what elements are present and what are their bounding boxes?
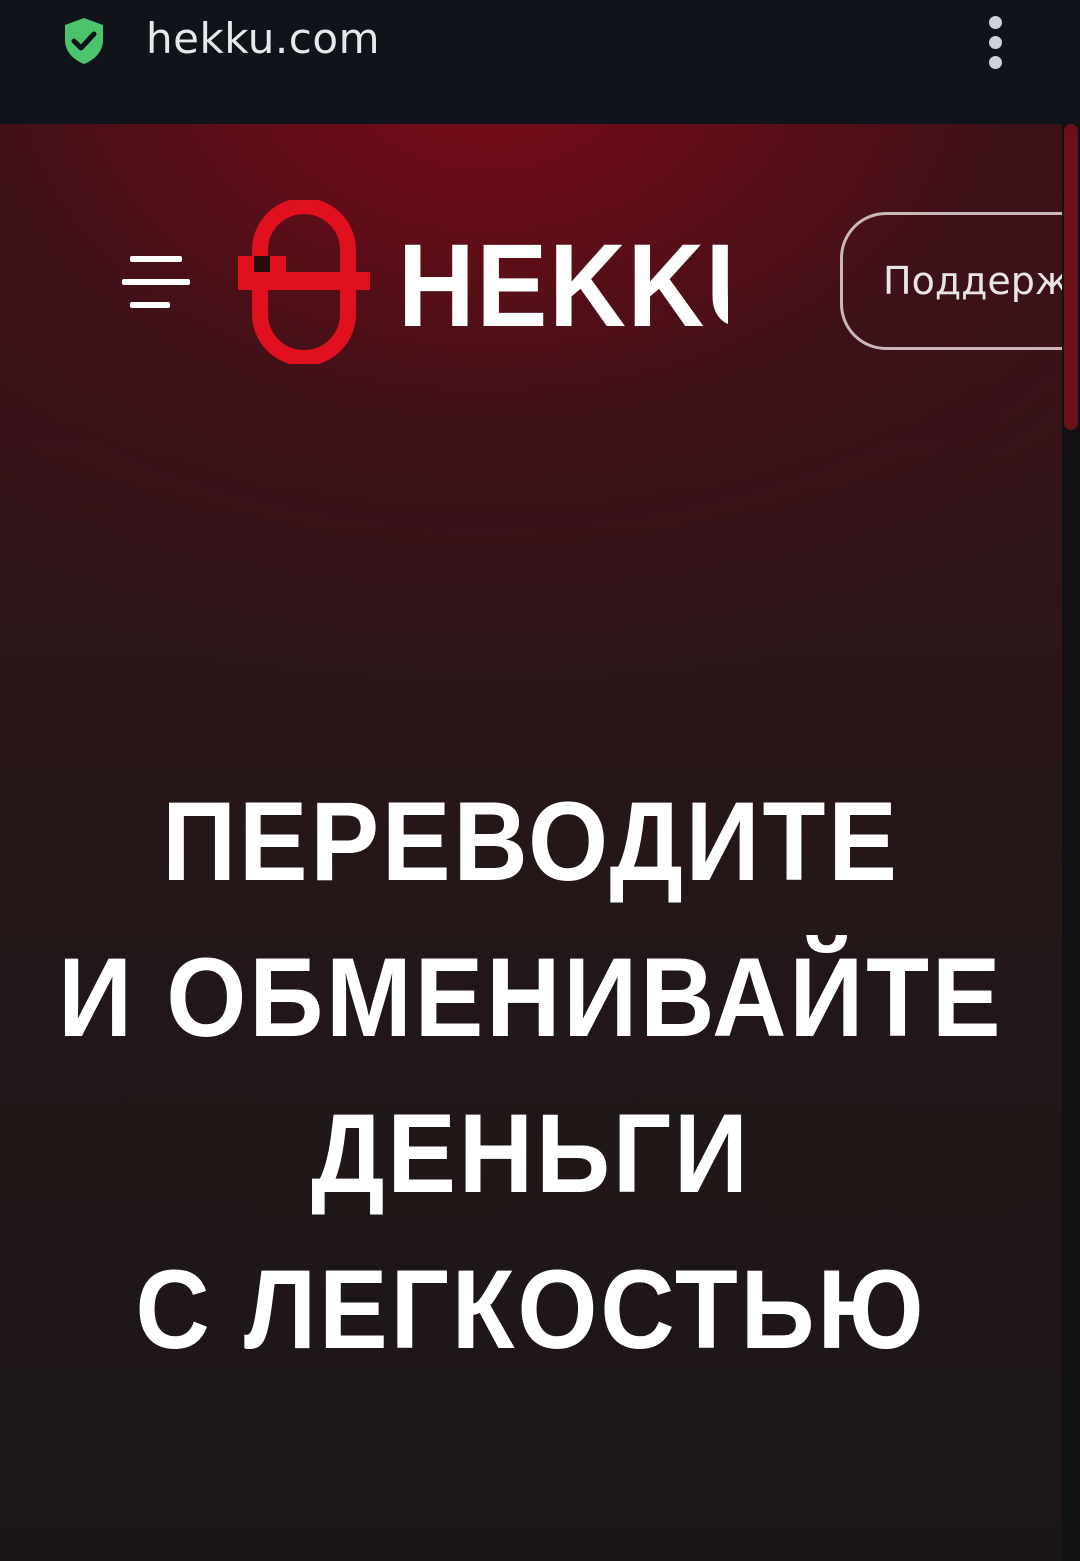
hero-line-3: ДЕНЬГИ xyxy=(0,1076,1062,1232)
hero-title: ПЕРЕВОДИТЕ И ОБМЕНИВАЙТЕ ДЕНЬГИ С ЛЕГКОС… xyxy=(0,764,1062,1388)
scrollbar-thumb[interactable] xyxy=(1064,124,1078,430)
url-text[interactable]: hekku.com xyxy=(146,14,380,63)
hero-line-4: С ЛЕГКОСТЬЮ xyxy=(0,1232,1062,1388)
hero-line-2-text: И ОБМЕНИВАЙТЕ xyxy=(58,935,1004,1060)
hero-line-1: ПЕРЕВОДИТЕ xyxy=(0,764,1062,920)
browser-address-bar: hekku.com xyxy=(0,0,1080,124)
logo-text: HEKKU xyxy=(398,228,728,348)
page-content: HEKKU Поддерж ПЕРЕВОДИТЕ И ОБМЕНИВАЙТЕ Д… xyxy=(0,124,1062,1561)
hero-line-1-text: ПЕРЕВОДИТЕ xyxy=(162,779,900,904)
hero-line-3-text: ДЕНЬГИ xyxy=(311,1091,751,1216)
kebab-menu-icon[interactable] xyxy=(982,16,1010,69)
logo-wordmark: HEKKU xyxy=(398,228,728,348)
hamburger-icon[interactable] xyxy=(120,252,192,314)
support-button-label: Поддерж xyxy=(883,259,1062,303)
logo-mark-icon xyxy=(238,200,370,364)
hero-line-4-text: С ЛЕГКОСТЬЮ xyxy=(135,1247,927,1372)
logo[interactable]: HEKKU xyxy=(238,200,728,364)
shield-check-icon[interactable] xyxy=(62,16,106,66)
hero-line-2: И ОБМЕНИВАЙТЕ xyxy=(0,920,1062,1076)
support-button[interactable]: Поддерж xyxy=(840,212,1062,350)
